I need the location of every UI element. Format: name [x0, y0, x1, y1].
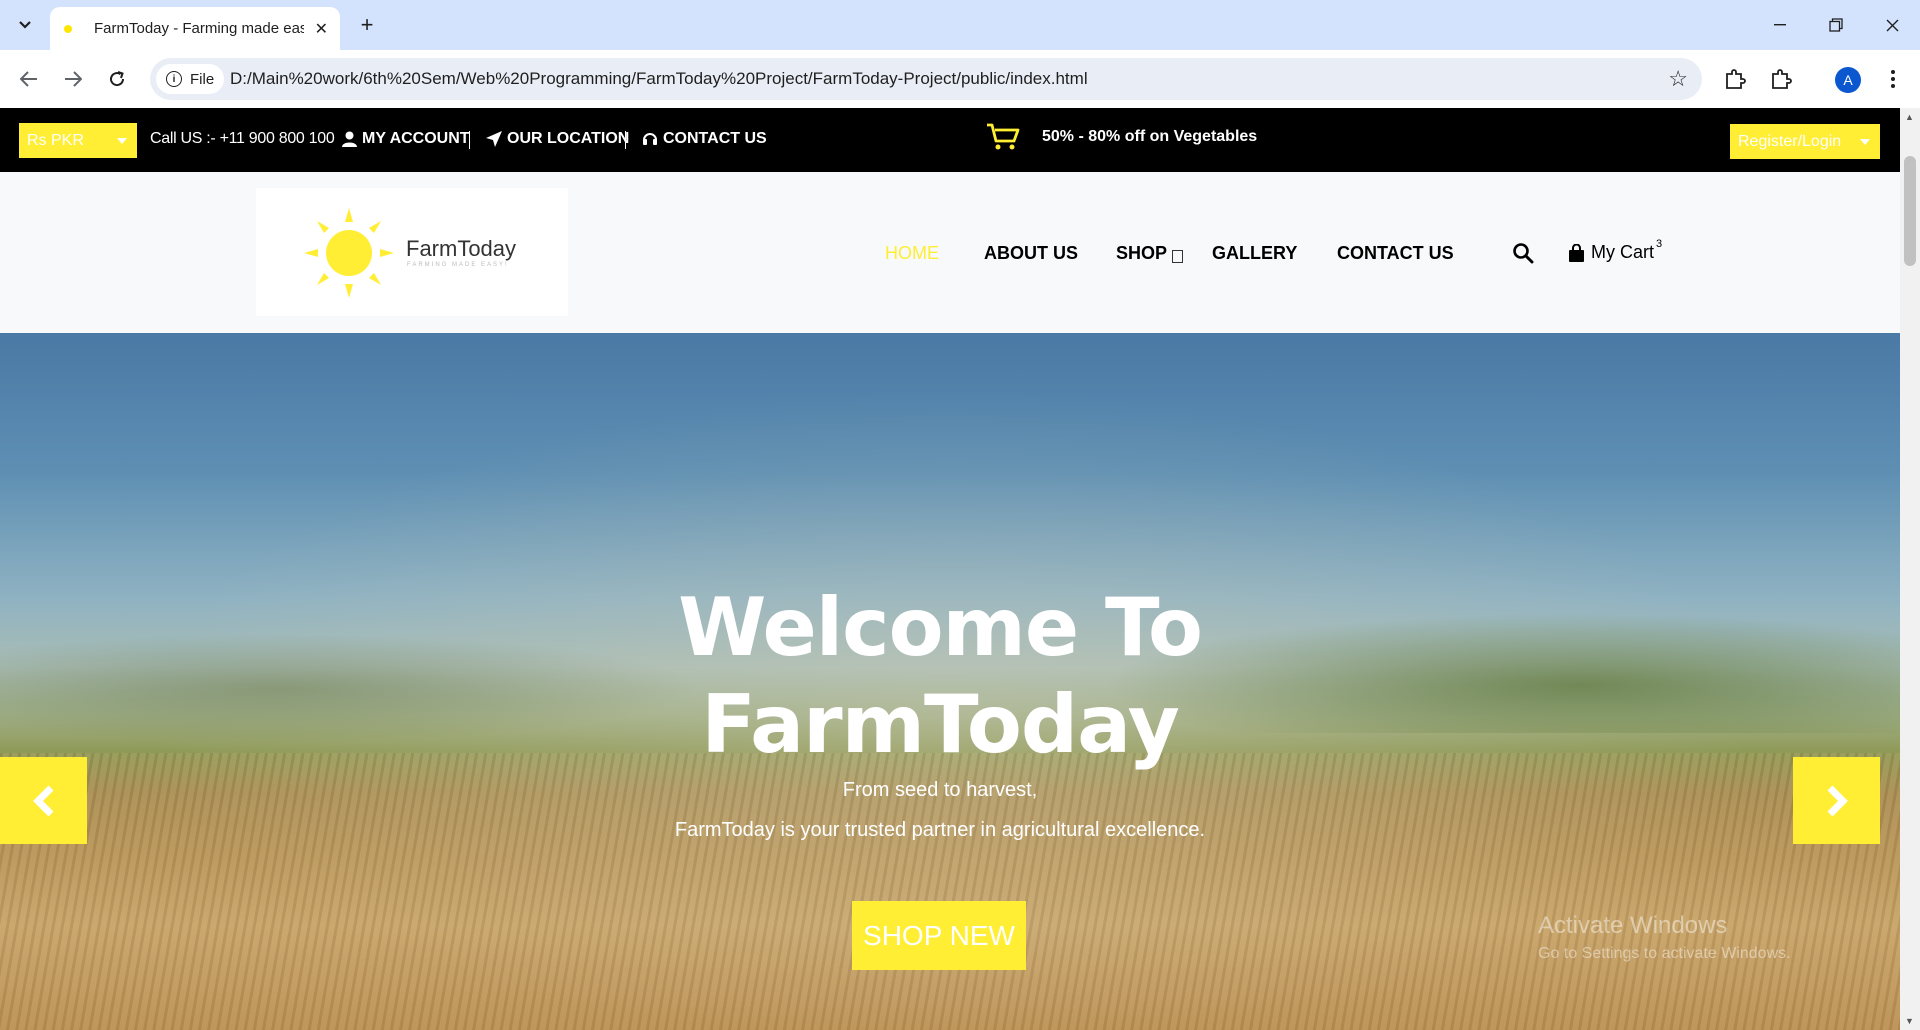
back-button[interactable]: [14, 64, 44, 94]
shopping-bag-icon: [1569, 243, 1584, 262]
divider: [469, 131, 470, 149]
browser-tab-strip: FarmToday - Farming made eas ✕ +: [0, 0, 1920, 50]
scroll-down-icon[interactable]: ▼: [1905, 1016, 1914, 1026]
divider: [625, 131, 626, 149]
minimize-icon: [1774, 24, 1786, 26]
bookmark-star-icon[interactable]: ☆: [1668, 66, 1688, 92]
logo-tagline: FARMING MADE EASY!: [407, 262, 509, 268]
activate-windows-watermark: Activate Windows: [1538, 912, 1728, 939]
arrow-right-icon: [65, 71, 82, 87]
slider-prev-button[interactable]: [0, 757, 87, 844]
close-icon: [1886, 19, 1898, 31]
user-icon: [342, 131, 357, 147]
new-tab-button[interactable]: +: [352, 10, 382, 40]
currency-value: Rs PKR: [27, 131, 84, 149]
hero-subtitle-1: From seed to harvest,: [842, 779, 1038, 801]
nav-contact-us[interactable]: CONTACT US: [1337, 243, 1454, 264]
shop-dropdown-icon[interactable]: [1172, 250, 1183, 263]
scrollbar-thumb[interactable]: [1904, 156, 1916, 266]
headset-icon: [643, 133, 657, 145]
extension-puzzle-icon[interactable]: [1722, 66, 1748, 92]
sun-logo-icon: [304, 208, 394, 298]
extensions-menu-icon[interactable]: [1768, 66, 1794, 92]
nav-shop[interactable]: SHOP: [1116, 243, 1167, 264]
shop-now-button[interactable]: SHOP NEW: [852, 901, 1026, 970]
register-login-dropdown[interactable]: Register/Login: [1730, 124, 1880, 159]
chevron-right-icon: [1827, 785, 1848, 816]
slider-next-button[interactable]: [1793, 757, 1880, 844]
our-location-label: OUR LOCATION: [507, 130, 630, 147]
info-icon: i: [166, 71, 182, 87]
browser-toolbar: i File D:/Main%20work/6th%20Sem/Web%20Pr…: [0, 50, 1920, 108]
promo-text: 50% - 80% off on Vegetables: [1042, 128, 1258, 145]
search-icon[interactable]: [1512, 242, 1534, 264]
reload-icon: [110, 71, 125, 87]
tab-search-button[interactable]: [10, 10, 40, 40]
top-bar: Rs PKR Call US :- +11 900 800 100 MY ACC…: [0, 108, 1900, 172]
address-bar[interactable]: i File D:/Main%20work/6th%20Sem/Web%20Pr…: [150, 58, 1702, 100]
site-info-chip[interactable]: i File: [156, 64, 225, 94]
favicon-icon: [62, 23, 80, 35]
caret-down-icon: [1860, 139, 1870, 145]
page-viewport: Rs PKR Call US :- +11 900 800 100 MY ACC…: [0, 108, 1900, 1030]
nav-home[interactable]: HOME: [885, 243, 939, 264]
browser-tab[interactable]: FarmToday - Farming made eas ✕: [50, 7, 340, 50]
chevron-left-icon: [32, 785, 53, 816]
our-location-link[interactable]: OUR LOCATION: [486, 130, 629, 148]
window-controls: [1752, 0, 1920, 50]
register-login-label: Register/Login: [1738, 132, 1842, 150]
hero-slider: Welcome To FarmToday From seed to harves…: [0, 333, 1900, 1030]
contact-us-label: CONTACT US: [663, 130, 767, 147]
currency-select[interactable]: Rs PKR: [19, 123, 137, 158]
my-cart-label: My Cart: [1591, 242, 1654, 262]
reload-button[interactable]: [102, 64, 132, 94]
shopping-cart-icon: [987, 123, 1020, 150]
minimize-button[interactable]: [1752, 0, 1808, 50]
hero-title-line1: Welcome To: [678, 581, 1203, 674]
chevron-down-icon: [19, 21, 31, 29]
my-cart-link[interactable]: My Cart 3: [1568, 238, 1662, 263]
my-account-link[interactable]: MY ACCOUNT: [342, 130, 470, 148]
profile-avatar[interactable]: A: [1835, 67, 1861, 93]
chip-label: File: [190, 70, 215, 88]
forward-button[interactable]: [58, 64, 88, 94]
contact-us-link[interactable]: CONTACT US: [642, 130, 767, 148]
cart-count-badge: 3: [1656, 237, 1663, 250]
hero-title-line2: FarmToday: [701, 678, 1180, 771]
logo-name: FarmToday: [406, 236, 517, 261]
close-tab-icon[interactable]: ✕: [315, 19, 328, 39]
caret-down-icon: [117, 138, 127, 144]
site-header: FarmToday FARMING MADE EASY! HOME ABOUT …: [0, 172, 1900, 333]
scroll-up-icon[interactable]: ▲: [1905, 112, 1914, 122]
more-menu-icon[interactable]: [1880, 66, 1906, 92]
url-text[interactable]: D:/Main%20work/6th%20Sem/Web%20Programmi…: [230, 69, 1088, 89]
location-arrow-icon: [486, 131, 502, 147]
activate-windows-hint: Go to Settings to activate Windows.: [1538, 945, 1791, 962]
promo-banner: 50% - 80% off on Vegetables: [986, 122, 1257, 152]
page-scrollbar[interactable]: ▲ ▼: [1900, 108, 1920, 1030]
site-logo[interactable]: FarmToday FARMING MADE EASY!: [256, 188, 568, 316]
hero-title: Welcome To FarmToday: [0, 579, 1880, 773]
my-account-label: MY ACCOUNT: [362, 130, 470, 147]
nav-about-us[interactable]: ABOUT US: [984, 243, 1078, 264]
call-us-text: Call US :- +11 900 800 100: [150, 130, 335, 147]
close-window-button[interactable]: [1864, 0, 1920, 50]
restore-button[interactable]: [1808, 0, 1864, 50]
restore-icon: [1829, 18, 1843, 32]
arrow-left-icon: [20, 71, 37, 87]
nav-gallery[interactable]: GALLERY: [1212, 243, 1297, 264]
hero-subtitle-2: FarmToday is your trusted partner in agr…: [674, 819, 1206, 841]
tab-title: FarmToday - Farming made eas: [94, 20, 304, 37]
